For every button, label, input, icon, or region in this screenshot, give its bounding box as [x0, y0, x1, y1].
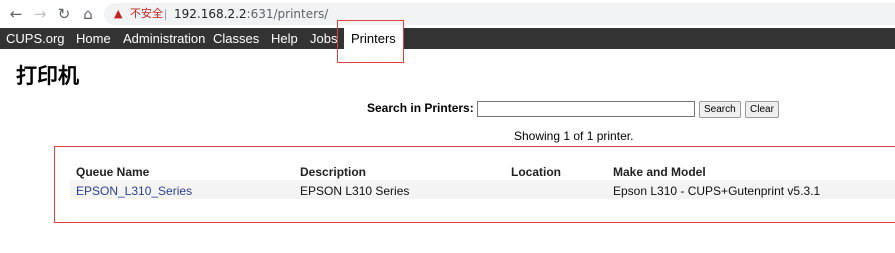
- printer-make-model: Epson L310 - CUPS+Gutenprint v5.3.1: [613, 184, 821, 198]
- reload-icon[interactable]: ↻: [54, 4, 74, 24]
- nav-home[interactable]: Home: [76, 31, 111, 46]
- browser-toolbar: ← → ↻ ⌂ ▲ 不安全 | 192.168.2.2:631/printers…: [0, 0, 895, 28]
- forward-icon[interactable]: →: [30, 4, 50, 24]
- url-path: :631/printers/: [246, 7, 329, 21]
- printer-description: EPSON L310 Series: [300, 184, 410, 198]
- address-bar[interactable]: ▲ 不安全 | 192.168.2.2:631/printers/: [104, 3, 895, 25]
- url-host: 192.168.2.2: [174, 7, 247, 21]
- url-text[interactable]: 192.168.2.2:631/printers/: [174, 6, 328, 22]
- header-queue-name[interactable]: Queue Name: [76, 165, 149, 179]
- nav-help[interactable]: Help: [271, 31, 298, 46]
- cups-nav-bar: CUPS.org Home Administration Classes Hel…: [0, 28, 895, 49]
- results-count: Showing 1 of 1 printer.: [514, 129, 634, 143]
- printers-tab-highlight: [337, 20, 404, 63]
- clear-button[interactable]: Clear: [745, 101, 779, 118]
- nav-cups-org[interactable]: CUPS.org: [6, 31, 65, 46]
- page-title: 打印机: [16, 64, 79, 88]
- warning-triangle-icon[interactable]: ▲: [114, 6, 122, 22]
- security-status[interactable]: 不安全: [130, 7, 163, 21]
- header-make-model[interactable]: Make and Model: [613, 165, 706, 179]
- home-icon[interactable]: ⌂: [78, 4, 98, 24]
- search-button[interactable]: Search: [699, 101, 741, 118]
- nav-classes[interactable]: Classes: [213, 31, 259, 46]
- header-location[interactable]: Location: [511, 165, 561, 179]
- printer-queue-link[interactable]: EPSON_L310_Series: [76, 184, 192, 198]
- nav-administration[interactable]: Administration: [123, 31, 205, 46]
- search-label: Search in Printers:: [367, 101, 474, 115]
- header-description[interactable]: Description: [300, 165, 366, 179]
- address-separator: |: [164, 7, 168, 21]
- back-icon[interactable]: ←: [6, 4, 26, 24]
- search-input[interactable]: [477, 101, 695, 117]
- nav-jobs[interactable]: Jobs: [310, 31, 337, 46]
